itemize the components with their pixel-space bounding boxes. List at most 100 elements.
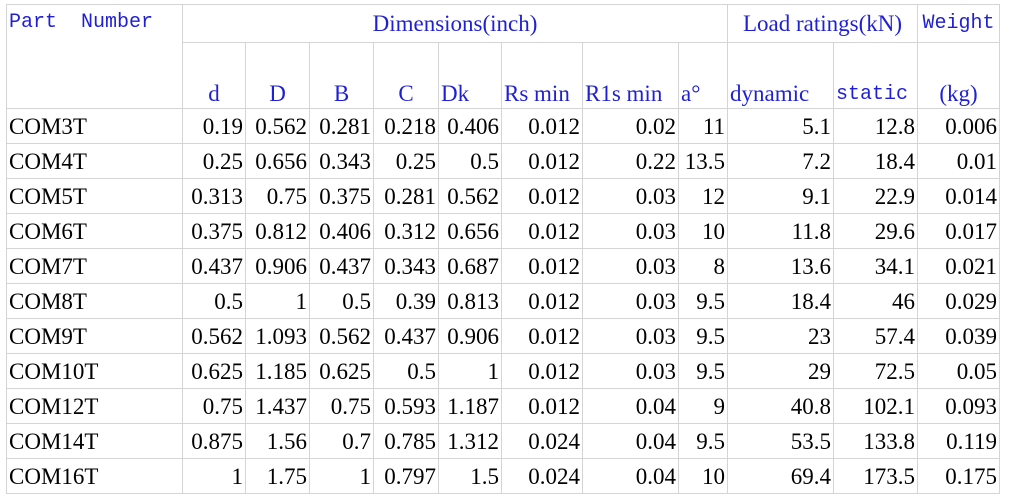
col-header-D: D: [245, 42, 310, 109]
table-cell: 57.4: [833, 318, 918, 354]
table-cell: 9.5: [678, 283, 728, 319]
table-cell: 1.56: [245, 423, 310, 459]
table-cell: 173.5: [833, 458, 918, 494]
col-header-B: B: [309, 42, 374, 109]
part-number-cell: COM8T: [6, 283, 183, 319]
table-cell: 0.119: [917, 423, 1000, 459]
table-cell: 12: [678, 178, 728, 214]
table-cell: 29: [727, 353, 834, 389]
table-cell: 0.5: [309, 283, 374, 319]
table-cell: 0.625: [182, 353, 246, 389]
table-cell: 0.593: [373, 388, 439, 424]
table-cell: 0.04: [582, 388, 679, 424]
table-row: COM6T 0.375 0.812 0.406 0.312 0.656 0.012 0.03 1…: [6, 213, 1000, 249]
part-number-cell: COM16T: [6, 458, 183, 494]
table-cell: 1.75: [245, 458, 310, 494]
table-row: COM5T 0.313 0.75 0.375 0.281 0.562 0.012 0.03 12…: [6, 178, 1000, 214]
table-cell: 0.22: [582, 143, 679, 179]
table-cell: 0.875: [182, 423, 246, 459]
table-cell: 53.5: [727, 423, 834, 459]
table-cell: 0.01: [917, 143, 1000, 179]
table-cell: 1.437: [245, 388, 310, 424]
table-cell: 0.012: [501, 108, 583, 144]
table-cell: 0.05: [917, 353, 1000, 389]
table-cell: 0.25: [373, 143, 439, 179]
table-cell: 0.039: [917, 318, 1000, 354]
table-cell: 0.39: [373, 283, 439, 319]
col-header-r1s-min: R1s min: [582, 42, 679, 109]
table-row: COM10T 0.625 1.185 0.625 0.5 1 0.012 0.03 9.5 29 7…: [6, 353, 1000, 389]
table-cell: 0.343: [309, 143, 374, 179]
table-cell: 0.024: [501, 458, 583, 494]
table-cell: 0.014: [917, 178, 1000, 214]
table-cell: 1.187: [438, 388, 502, 424]
table-cell: 0.281: [309, 108, 374, 144]
table-cell: 0.813: [438, 283, 502, 319]
table-cell: 0.656: [245, 143, 310, 179]
part-number-cell: COM4T: [6, 143, 183, 179]
table-cell: 12.8: [833, 108, 918, 144]
table-cell: 0.012: [501, 283, 583, 319]
table-cell: 0.785: [373, 423, 439, 459]
table-cell: 0.012: [501, 143, 583, 179]
weight-header: Weight: [917, 4, 1000, 43]
part-number-cell: COM12T: [6, 388, 183, 424]
col-header-rs-min: Rs min: [501, 42, 583, 109]
table-cell: 9.5: [678, 353, 728, 389]
table-cell: 0.5: [182, 283, 246, 319]
part-number-cell: COM7T: [6, 248, 183, 284]
table-cell: 0.03: [582, 248, 679, 284]
table-cell: 7.2: [727, 143, 834, 179]
table-cell: 0.797: [373, 458, 439, 494]
table-row: COM4T 0.25 0.656 0.343 0.25 0.5 0.012 0.22 13.5 7…: [6, 143, 1000, 179]
table-cell: 0.03: [582, 318, 679, 354]
table-cell: 0.012: [501, 178, 583, 214]
table-cell: 0.5: [438, 143, 502, 179]
table-cell: 0.093: [917, 388, 1000, 424]
load-ratings-header: Load ratings(kN): [727, 4, 918, 43]
table-cell: 13.6: [727, 248, 834, 284]
table-row: COM3T 0.19 0.562 0.281 0.218 0.406 0.012 0.02 11…: [6, 108, 1000, 144]
table-cell: 1: [309, 458, 374, 494]
table-cell: 0.03: [582, 178, 679, 214]
table-cell: 9.5: [678, 423, 728, 459]
table-cell: 0.024: [501, 423, 583, 459]
table-cell: 0.906: [245, 248, 310, 284]
table-cell: 0.75: [309, 388, 374, 424]
dimensions-header: Dimensions(inch): [182, 4, 728, 43]
table-cell: 0.313: [182, 178, 246, 214]
table-cell: 0.017: [917, 213, 1000, 249]
table-cell: 5.1: [727, 108, 834, 144]
table-cell: 9: [678, 388, 728, 424]
table-cell: 22.9: [833, 178, 918, 214]
table-row: COM14T 0.875 1.56 0.7 0.785 1.312 0.024 0.04 9.5…: [6, 423, 1000, 459]
table-cell: 0.029: [917, 283, 1000, 319]
table-cell: 0.437: [182, 248, 246, 284]
col-header-dynamic: dynamic: [727, 42, 834, 109]
table-cell: 72.5: [833, 353, 918, 389]
table-cell: 8: [678, 248, 728, 284]
col-header-Dk: Dk: [438, 42, 502, 109]
part-number-cell: COM3T: [6, 108, 183, 144]
col-header-static: static: [833, 42, 918, 109]
table-cell: 0.406: [309, 213, 374, 249]
part-number-cell: COM9T: [6, 318, 183, 354]
part-number-cell: COM10T: [6, 353, 183, 389]
table-row: COM12T 0.75 1.437 0.75 0.593 1.187 0.012 0.04 9 4…: [6, 388, 1000, 424]
table-cell: 1.5: [438, 458, 502, 494]
col-header-angle: a°: [678, 42, 728, 109]
table-cell: 1.093: [245, 318, 310, 354]
table-cell: 133.8: [833, 423, 918, 459]
header-row-groups: Part Number Dimensions(inch) Load rating…: [6, 4, 1000, 109]
table-cell: 13.5: [678, 143, 728, 179]
table-cell: 0.7: [309, 423, 374, 459]
table-cell: 0.012: [501, 248, 583, 284]
table-cell: 0.562: [438, 178, 502, 214]
table-cell: 102.1: [833, 388, 918, 424]
part-number-cell: COM5T: [6, 178, 183, 214]
table-row: COM7T 0.437 0.906 0.437 0.343 0.687 0.012 0.03 8…: [6, 248, 1000, 284]
table-cell: 1: [182, 458, 246, 494]
table-cell: 10: [678, 213, 728, 249]
table-cell: 29.6: [833, 213, 918, 249]
table-cell: 0.687: [438, 248, 502, 284]
